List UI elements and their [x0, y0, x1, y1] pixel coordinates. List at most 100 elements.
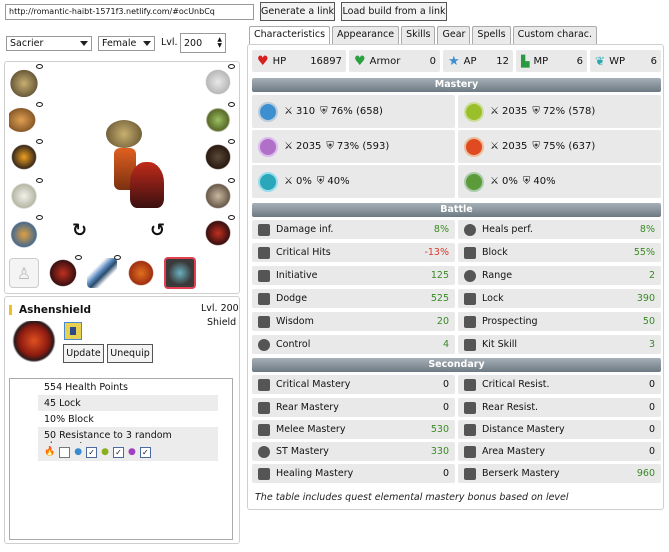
stat-healing-mastery: Healing Mastery 0	[252, 464, 455, 483]
stat-prospecting: Prospecting 50	[458, 312, 661, 331]
class-select-value: Sacrier	[10, 38, 44, 49]
range-icon	[464, 269, 476, 282]
chest-slot[interactable]	[9, 181, 39, 211]
stat-value: 0	[648, 402, 655, 413]
melee-mastery-icon	[258, 423, 270, 436]
gender-select[interactable]: Female	[98, 36, 155, 51]
generate-link-button[interactable]: Generate a link	[260, 2, 335, 21]
cape-slot[interactable]	[203, 67, 233, 97]
ring-left-slot[interactable]	[9, 142, 39, 172]
eye-icon[interactable]	[36, 139, 43, 144]
stepper-icon: ▲ ▼	[217, 36, 222, 49]
earth-checkbox[interactable]: ✓	[112, 446, 124, 458]
stasis-element-icon	[258, 171, 278, 192]
stat-value: 0	[442, 379, 449, 390]
eye-icon[interactable]	[228, 215, 235, 220]
tab-skills[interactable]: Skills	[401, 26, 436, 44]
effect-row: 554 Health Points	[44, 382, 128, 393]
stat-wisdom: Wisdom 20	[252, 312, 455, 331]
eye-icon[interactable]	[228, 102, 235, 107]
stat-berserk-mastery: Berserk Mastery 960	[458, 464, 661, 483]
epaulettes-slot[interactable]	[203, 105, 233, 135]
resistance-value: 40%	[533, 176, 556, 187]
mastery-value: 2035	[501, 141, 528, 152]
rotate-left-icon[interactable]: ↻	[72, 220, 87, 241]
lock-icon	[464, 292, 476, 305]
eye-icon[interactable]	[36, 178, 43, 183]
amulet-slot[interactable]	[9, 105, 39, 135]
update-button[interactable]: Update	[63, 344, 104, 363]
air-checkbox[interactable]: ✓	[139, 446, 151, 458]
critical-resist-icon	[464, 378, 476, 391]
belt-slot[interactable]	[9, 218, 39, 248]
rotate-right-icon[interactable]: ↺	[150, 220, 165, 241]
weapon-slot[interactable]	[87, 258, 117, 288]
item-effects-list[interactable]: 554 Health Points 45 Lock 10% Block 50 R…	[9, 378, 233, 540]
stat-label: Berserk Mastery	[482, 468, 560, 479]
tab-gear[interactable]: Gear	[437, 26, 471, 44]
eye-icon[interactable]	[36, 102, 43, 107]
stat-label: Lock	[482, 293, 504, 304]
tab-appearance[interactable]: Appearance	[332, 26, 400, 44]
eye-icon[interactable]	[75, 255, 82, 260]
stat-label: Heals perf.	[482, 224, 533, 235]
emblem-slot[interactable]	[203, 218, 233, 248]
eye-icon[interactable]	[228, 139, 235, 144]
boots-slot[interactable]	[203, 142, 233, 172]
second-weapon-slot[interactable]	[48, 258, 78, 288]
item-set-icon[interactable]	[64, 322, 82, 340]
stat-hp: ♥ HP 16897	[252, 50, 346, 72]
stat-wp: ❦ WP 6	[590, 50, 661, 72]
water-checkbox[interactable]: ✓	[86, 446, 98, 458]
tab-characteristics[interactable]: Characteristics	[249, 26, 331, 45]
eye-icon[interactable]	[36, 64, 43, 69]
stat-heals-perf: Heals perf. 8%	[458, 220, 661, 239]
stat-value: 0	[648, 424, 655, 435]
mastery-value: 2035	[501, 106, 528, 117]
resistance-value: 75% (637)	[542, 141, 596, 152]
eye-icon[interactable]	[228, 64, 235, 69]
tab-custom-charac[interactable]: Custom charac.	[512, 26, 598, 44]
unequip-button[interactable]: Unequip	[107, 344, 153, 363]
tab-spells[interactable]: Spells	[472, 26, 511, 44]
stat-label: Wisdom	[276, 316, 314, 327]
water-element-icon	[258, 101, 278, 122]
stat-melee-mastery: Melee Mastery 530	[252, 420, 455, 439]
build-url-field[interactable]: http://romantic-haibt-1571f3.netlify.com…	[5, 4, 254, 20]
ring-right-slot[interactable]	[203, 181, 233, 211]
stat-value: 8%	[433, 224, 449, 235]
mastery-header: Mastery	[252, 78, 661, 92]
sword-icon: ⚔	[284, 141, 293, 152]
shield-icon: ⛨	[320, 106, 328, 117]
fire-checkbox[interactable]	[59, 446, 71, 458]
load-build-button[interactable]: Load build from a link	[341, 2, 447, 21]
tab-bar: Characteristics Appearance Skills Gear S…	[249, 26, 598, 45]
level-input[interactable]: 200 ▲ ▼	[180, 33, 226, 53]
item-level: Lvl. 200	[201, 303, 239, 314]
eye-icon[interactable]	[228, 178, 235, 183]
pet-slot[interactable]	[164, 257, 196, 289]
stat-critical-hits: Critical Hits -13%	[252, 243, 455, 262]
mastery-earth: ⚔ 2035 ⛨ 72% (578)	[458, 95, 661, 128]
stat-label: Dodge	[276, 293, 308, 304]
eye-icon[interactable]	[36, 215, 43, 220]
stat-control: Control 4	[252, 335, 455, 354]
item-name: Ashenshield	[19, 304, 92, 316]
hat-slot[interactable]	[9, 67, 39, 97]
sword-icon: ⚔	[490, 141, 499, 152]
class-select[interactable]: Sacrier	[6, 36, 92, 51]
character-shield	[130, 162, 164, 208]
heart-icon: ♥	[257, 53, 269, 69]
mastery-value: 0%	[295, 176, 312, 187]
level-value: 200	[184, 37, 203, 49]
berserk-mastery-icon	[464, 467, 476, 480]
stat-label: WP	[609, 55, 625, 67]
accessory-slot[interactable]	[126, 258, 156, 288]
eye-icon[interactable]	[114, 255, 121, 260]
rear-mastery-icon	[258, 401, 270, 414]
shield-icon: ⛨	[522, 176, 531, 187]
costume-slot[interactable]: ♙	[9, 258, 39, 288]
stat-label: ST Mastery	[276, 446, 329, 457]
stat-value: 0	[442, 402, 449, 413]
mastery-stasis: ⚔ 0% ⛨ 40%	[252, 165, 455, 198]
